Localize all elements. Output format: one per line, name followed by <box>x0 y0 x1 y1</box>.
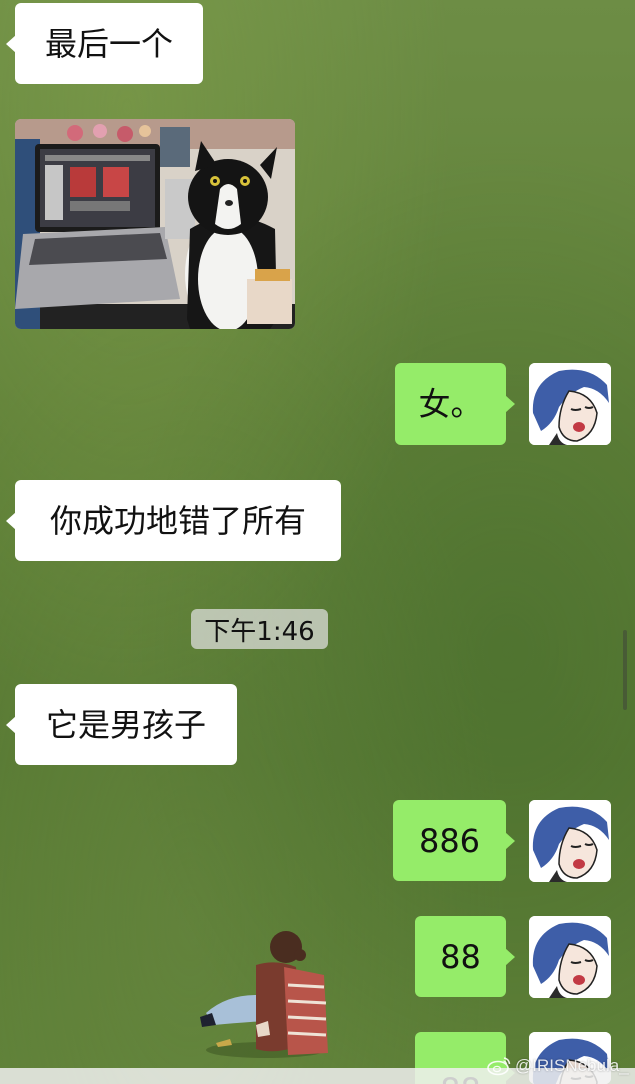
wallpaper-person-figure <box>196 925 336 1060</box>
avatar-icon[interactable] <box>529 800 611 882</box>
avatar-icon[interactable] <box>529 363 611 445</box>
chat-view: 最后一个 女。 你成功地错了所有 下午1:46 它是男孩子 886 88 @IR… <box>0 0 635 1084</box>
incoming-message-bubble[interactable]: 它是男孩子 <box>6 684 237 765</box>
incoming-message-bubble[interactable]: 最后一个 <box>6 3 203 84</box>
scroll-indicator[interactable] <box>623 630 627 710</box>
outgoing-message-bubble[interactable]: 886 <box>393 800 515 881</box>
avatar-icon[interactable] <box>529 916 611 998</box>
message-text: 女。 <box>418 385 483 423</box>
watermark: @IRISNebula_ <box>487 1053 629 1079</box>
outgoing-message-bubble[interactable]: 女。 <box>395 363 515 445</box>
message-text: 88 <box>440 937 481 976</box>
cat-photo-image <box>15 119 295 329</box>
message-text: 它是男孩子 <box>45 705 206 744</box>
weibo-logo-icon <box>487 1057 511 1076</box>
message-text: 最后一个 <box>44 24 173 63</box>
incoming-message-bubble[interactable]: 你成功地错了所有 <box>6 480 341 561</box>
watermark-text: @IRISNebula_ <box>515 1056 629 1075</box>
message-text: 886 <box>418 821 481 860</box>
message-text: 你成功地错了所有 <box>49 501 306 540</box>
incoming-image-message[interactable] <box>15 119 295 329</box>
outgoing-message-bubble[interactable]: 88 <box>415 916 515 997</box>
message-timestamp: 下午1:46 <box>191 609 328 649</box>
